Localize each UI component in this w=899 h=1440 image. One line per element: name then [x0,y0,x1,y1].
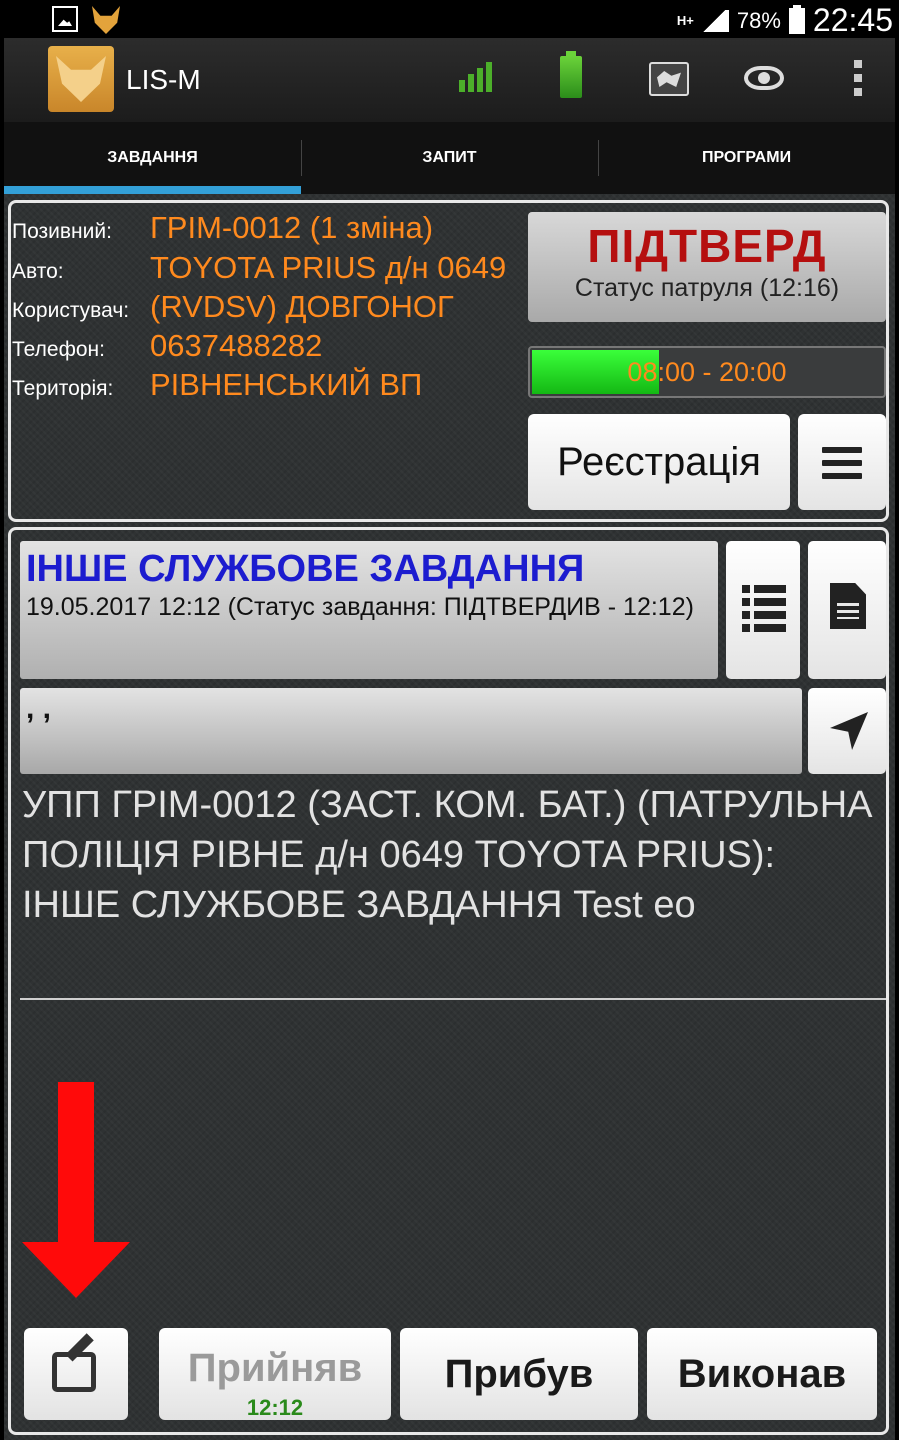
tab-request[interactable]: ЗАПИТ [301,122,598,194]
signal-icon [698,9,729,32]
app-logo-icon[interactable] [48,46,114,112]
task-description: УПП ГРІМ-0012 (ЗАСТ. КОМ. БАТ.) (ПАТРУЛЬ… [22,784,873,926]
notification-icons [52,6,120,34]
car-value: TOYOTA PRIUS д/н 0649 [150,250,507,285]
navigation-arrow-icon [830,712,868,750]
edit-icon [52,1352,96,1392]
shift-progress-bar: 08:00 - 20:00 [528,346,886,398]
info-row-callsign: Позивний: ГРІМ-0012 (1 зміна) [12,210,433,246]
accepted-button[interactable]: Прийняв 12:12 [159,1328,391,1420]
clock: 22:45 [812,2,893,38]
user-label: Користувач: [12,299,130,322]
callsign-label: Позивний: [12,220,112,243]
info-row-car: Авто: TOYOTA PRIUS д/н 0649 [12,250,506,286]
task-date-status: 19.05.2017 12:12 (Статус завдання: ПІДТВ… [26,593,694,621]
eye-icon[interactable] [744,66,784,90]
image-notification-icon [52,6,78,32]
info-row-user: Користувач: (RVDSV) ДОВГОНОГ [12,289,454,325]
info-row-territory: Територія: РІВНЕНСЬКИЙ ВП [12,367,422,403]
gps-signal-icon[interactable] [459,60,493,92]
phone-label: Телефон: [12,338,105,361]
task-divider [20,998,886,1000]
arrow-head [22,1242,130,1298]
battery-status-icon[interactable] [560,51,582,98]
callsign-value: ГРІМ-0012 (1 зміна) [150,210,434,245]
task-document-button[interactable] [808,541,886,679]
info-row-phone: Телефон: 0637488282 [12,328,322,364]
hamburger-icon [822,447,862,479]
task-title: ІНШЕ СЛУЖБОВЕ ЗАВДАННЯ [26,548,585,590]
tab-bar: ЗАВДАННЯ ЗАПИТ ПРОГРАМИ [4,122,895,194]
phone-value: 0637488282 [150,328,323,363]
menu-button[interactable] [798,414,886,510]
annotation-red-arrow [22,1082,130,1298]
user-value: (RVDSV) ДОВГОНОГ [150,289,454,324]
accepted-button-label: Прийняв [187,1346,363,1390]
territory-value: РІВНЕНСЬКИЙ ВП [150,367,423,402]
battery-icon [788,4,805,34]
navigate-button[interactable] [808,688,886,774]
edit-button[interactable] [24,1328,128,1420]
patrol-status-title: ПІДТВЕРД [587,220,827,272]
battery-percent: 78% [736,7,781,33]
status-bar: H+ 78% 22:45 [0,0,899,38]
tab-tasks[interactable]: ЗАВДАННЯ [4,122,301,194]
accepted-time: 12:12 [246,1395,304,1420]
shift-time-range: 08:00 - 20:00 [627,357,787,387]
list-icon [742,585,786,632]
app-notification-icon [92,6,120,34]
task-header[interactable]: ІНШЕ СЛУЖБОВЕ ЗАВДАННЯ 19.05.2017 12:12 … [20,541,718,679]
overflow-menu-icon[interactable] [854,60,862,96]
car-label: Авто: [12,260,64,283]
map-icon[interactable] [649,62,689,96]
tab-programs[interactable]: ПРОГРАМИ [598,122,895,194]
done-button[interactable]: Виконав [647,1328,877,1420]
arrow-shaft [58,1082,94,1246]
patrol-status-subtitle: Статус патруля (12:16) [574,274,840,302]
document-icon [830,583,866,629]
patrol-status-button[interactable]: ПІДТВЕРД Статус патруля (12:16) [528,212,886,322]
territory-label: Територія: [12,377,114,400]
task-address[interactable]: , , [20,688,802,774]
network-type: H+ [676,12,694,28]
action-bar: LIS-M [4,38,895,122]
app-title: LIS-M [126,64,201,95]
arrived-button[interactable]: Прибув [400,1328,638,1420]
system-indicators: H+ 78% 22:45 [677,2,893,39]
task-list-button[interactable] [726,541,800,679]
register-button[interactable]: Реєстрація [528,414,790,510]
